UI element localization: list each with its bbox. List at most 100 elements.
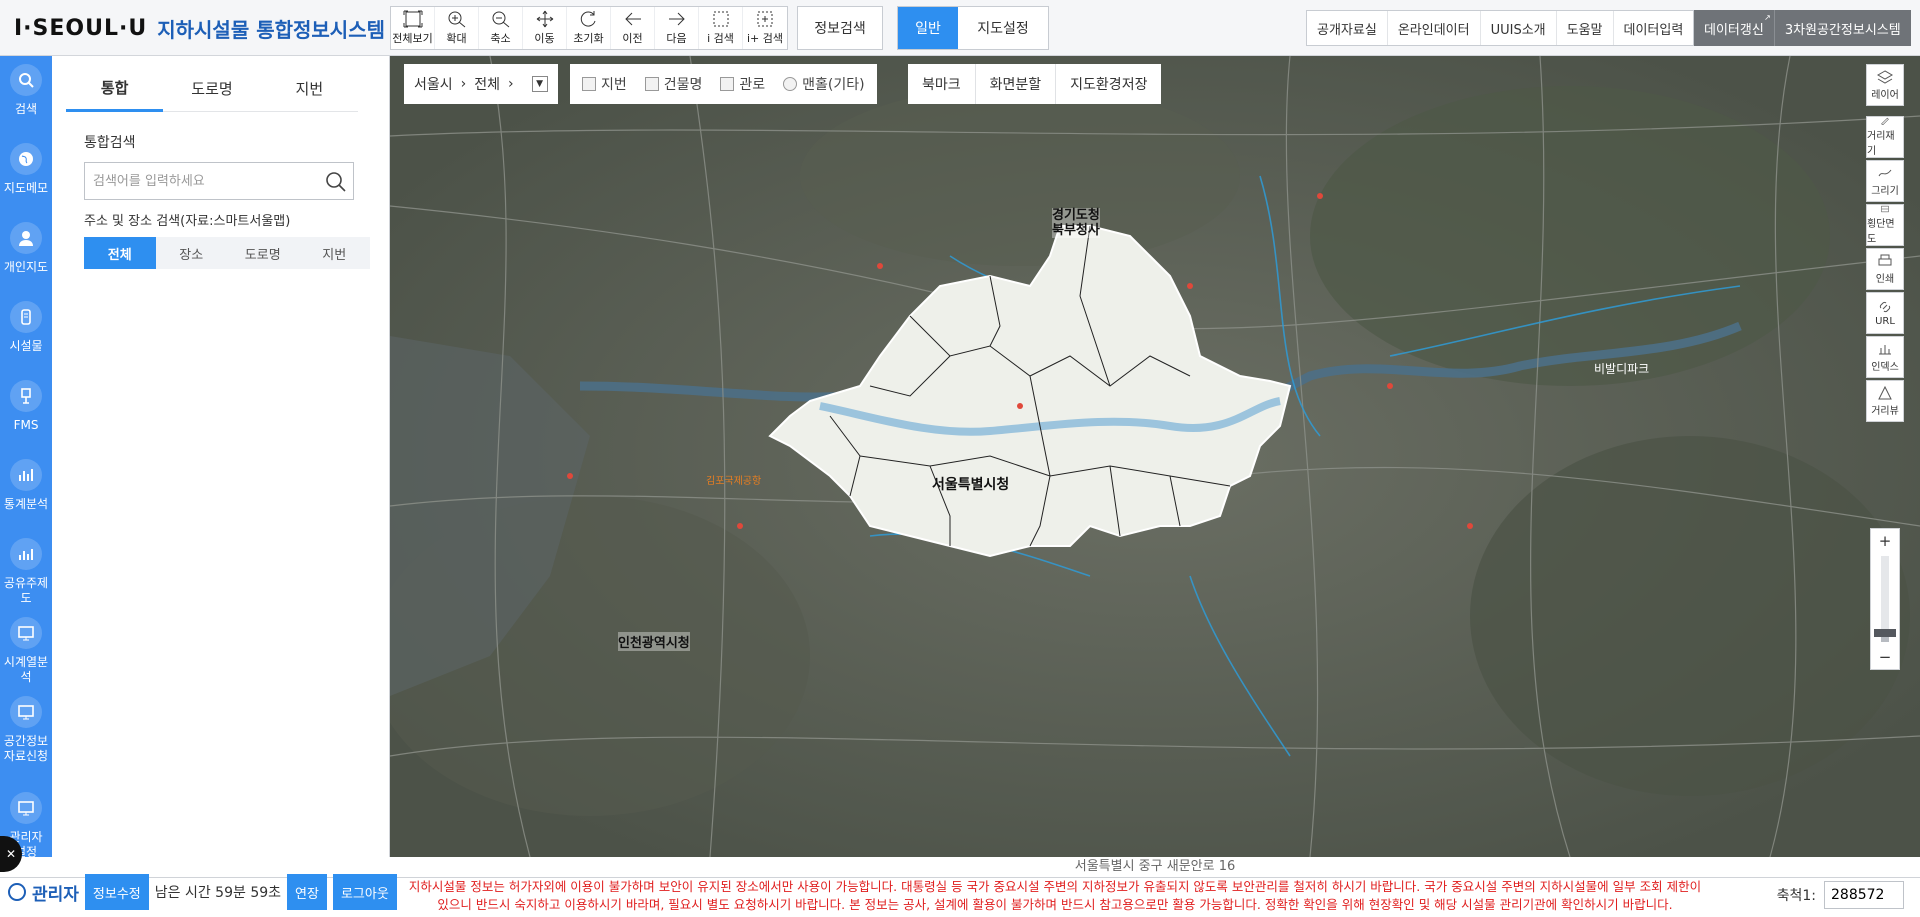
nav-search[interactable]: 검색: [0, 56, 52, 134]
nav-label: 시설물: [9, 339, 43, 353]
measure-distance-button[interactable]: 거리재기: [1866, 116, 1904, 158]
tab-road-name[interactable]: 도로명: [163, 66, 261, 112]
zoom-in-button[interactable]: +: [1871, 529, 1899, 553]
edit-info-button[interactable]: 정보수정: [84, 874, 149, 910]
link-data-update[interactable]: 데이터갱신 ↗: [1694, 10, 1775, 46]
layer-tool-button[interactable]: 레이어: [1866, 64, 1904, 106]
link-icon: [1879, 301, 1891, 312]
scale-input[interactable]: [1824, 881, 1904, 909]
search-tabs: 통합 도로명 지번: [66, 66, 358, 112]
map-view[interactable]: 경기도청 북부청사 서울특별시청 인천광역시청 비발디파크 김포국제공항 서울시…: [390, 56, 1920, 857]
chevron-right-icon: ›: [460, 76, 467, 92]
notice-line-1: 지하시설물 정보는 허가자외에 이용이 불가하며 보안이 유지된 장소에서만 사…: [408, 879, 1702, 894]
tool-reset[interactable]: 초기화: [567, 7, 611, 49]
index-button[interactable]: 인덱스: [1866, 336, 1904, 378]
zoom-in-icon: [448, 11, 465, 28]
tool-zoom-in[interactable]: 확대: [435, 7, 479, 49]
pan-icon: [536, 10, 553, 28]
link-label: 3차원공간정보시스템: [1784, 22, 1901, 38]
layer-label: 관로: [739, 77, 766, 93]
mode-map-settings[interactable]: 지도설정: [958, 7, 1048, 49]
tool-zoom-out[interactable]: 축소: [479, 7, 523, 49]
clock-icon: [8, 883, 26, 901]
nav-time-series[interactable]: 시계열분석: [0, 609, 52, 687]
breadcrumb-city[interactable]: 서울시: [414, 74, 453, 94]
address-search-type-tabs: 전체 장소 도로명 지번: [84, 237, 370, 269]
extend-session-button[interactable]: 연장: [287, 874, 327, 910]
tool-full-view[interactable]: 전체보기: [391, 7, 435, 49]
i-plus-search-icon: [757, 11, 773, 27]
nav-label: FMS: [13, 418, 39, 432]
scale-control: 축척1:: [1777, 877, 1904, 913]
layer-toggle-pipe[interactable]: 관로: [720, 74, 765, 94]
map-label-gimpo-airport: 김포국제공항: [706, 476, 762, 487]
draw-button[interactable]: 그리기: [1866, 160, 1904, 202]
cross-section-button[interactable]: 횡단면도: [1866, 204, 1904, 246]
map-canvas: [390, 56, 1920, 857]
tool-label: 거리재기: [1867, 131, 1895, 157]
tool-pan[interactable]: 이동: [523, 7, 567, 49]
user-session: 관리자 정보수정 남은 시간 59분 59초 연장 로그아웃: [8, 870, 397, 914]
user-name: 관리자: [32, 884, 79, 905]
zoom-out-button[interactable]: −: [1871, 645, 1899, 669]
section-title: 통합검색: [84, 135, 136, 151]
tab-lot-number[interactable]: 지번: [260, 66, 358, 112]
monitor-icon: [10, 617, 42, 649]
map-label-vivaldi-park: 비발디파크: [1594, 362, 1650, 376]
map-label-seoul-city-hall: 서울특별시청: [932, 477, 1010, 493]
bookmark-button[interactable]: 북마크: [908, 64, 976, 104]
search-icon[interactable]: [325, 171, 347, 193]
nav-shared-theme[interactable]: 공유주제도: [0, 530, 52, 608]
link-3d-system[interactable]: 3차원공간정보시스템: [1774, 10, 1911, 46]
zoom-slider[interactable]: [1874, 556, 1896, 642]
split-screen-button[interactable]: 화면분할: [976, 64, 1057, 104]
link-uuis-intro[interactable]: UUIS소개: [1481, 11, 1557, 45]
link-online-data[interactable]: 온라인데이터: [1388, 11, 1481, 45]
street-view-button[interactable]: 거리뷰: [1866, 380, 1904, 422]
layer-label: 맨홀(기타): [802, 77, 865, 93]
tool-i-plus-search[interactable]: i+ 검색: [743, 7, 787, 49]
nav-map-memo[interactable]: 지도메모: [0, 135, 52, 213]
subtab-lot-number[interactable]: 지번: [299, 237, 371, 269]
mode-general[interactable]: 일반: [898, 7, 958, 49]
layer-toggle-lot-number[interactable]: 지번: [582, 74, 627, 94]
nav-statistics[interactable]: 통계분석: [0, 451, 52, 529]
checkbox-icon: [582, 77, 596, 91]
nav-spatial-request[interactable]: 공간정보 자료신청: [0, 688, 52, 766]
tool-previous[interactable]: 이전: [611, 7, 655, 49]
search-icon: [10, 64, 42, 96]
subtab-all[interactable]: 전체: [84, 237, 156, 269]
layer-toggle-building-name[interactable]: 건물명: [644, 74, 702, 94]
tool-next[interactable]: 다음: [655, 7, 699, 49]
zoom-slider-handle[interactable]: [1874, 629, 1896, 638]
tool-label: 횡단면도: [1867, 219, 1895, 245]
save-map-settings-button[interactable]: 지도환경저장: [1056, 64, 1161, 104]
layer-toggle-manhole[interactable]: 맨홀(기타): [783, 74, 865, 94]
info-search-button[interactable]: 정보검색: [797, 6, 883, 50]
tab-integrated[interactable]: 통합: [66, 66, 164, 112]
breadcrumb-scope[interactable]: 전체: [474, 74, 500, 94]
tool-i-search[interactable]: i 검색: [699, 7, 743, 49]
subtab-place[interactable]: 장소: [156, 237, 228, 269]
map-toolbar: 전체보기 확대 축소 이동 초기화 이전 다음 i 검색 i+ 검색: [390, 6, 788, 50]
subtab-road-name[interactable]: 도로명: [227, 237, 299, 269]
link-data-input[interactable]: 데이터입력: [1614, 11, 1694, 45]
chart-icon: [10, 538, 42, 570]
link-public-data[interactable]: 공개자료실: [1307, 11, 1388, 45]
link-help[interactable]: 도움말: [1557, 11, 1614, 45]
url-button[interactable]: URL: [1866, 292, 1904, 334]
print-button[interactable]: 인쇄: [1866, 248, 1904, 290]
logout-button[interactable]: 로그아웃: [332, 874, 397, 910]
search-panel: 통합 도로명 지번 통합검색 주소 및 장소 검색(자료:스마트서울맵) 전체 …: [52, 56, 390, 857]
ruler-icon: [1881, 117, 1889, 125]
fms-icon: [10, 380, 42, 412]
search-box: [84, 162, 354, 200]
app-logo[interactable]: I·SEOUL·U 지하시설물 통합정보시스템: [14, 12, 385, 44]
monitor-icon: [10, 696, 42, 728]
nav-facility[interactable]: 시설물: [0, 293, 52, 371]
nav-personal-map[interactable]: 개인지도: [0, 214, 52, 292]
nav-fms[interactable]: FMS: [0, 372, 52, 450]
cross-section-icon: [1881, 205, 1889, 213]
region-dropdown-button[interactable]: ▼: [531, 76, 548, 92]
search-input[interactable]: [93, 173, 323, 189]
